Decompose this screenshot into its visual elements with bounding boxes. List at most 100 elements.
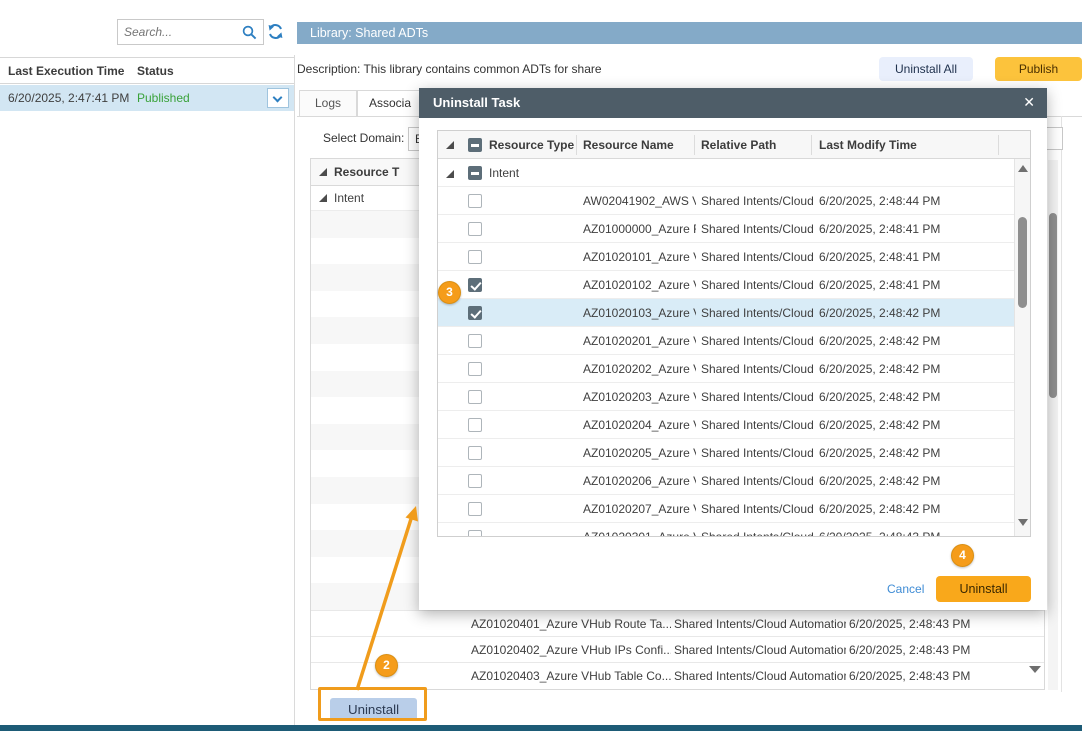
resource-name: AW02041902_AWS VP... <box>583 194 696 208</box>
row-dropdown-button[interactable] <box>267 88 289 108</box>
row-checkbox[interactable] <box>468 446 482 460</box>
row-checkbox[interactable] <box>468 278 482 292</box>
resource-row[interactable]: AZ01020206_Azure V... Shared Intents/Clo… <box>438 467 1015 495</box>
execution-list-header: Last Execution Time Status <box>0 57 294 84</box>
resource-name: AZ01020202_Azure V... <box>583 362 696 376</box>
refresh-icon[interactable] <box>266 22 286 42</box>
row-checkbox[interactable] <box>468 418 482 432</box>
last-modify-time: 6/20/2025, 2:48:44 PM <box>819 194 969 208</box>
col-relative-path[interactable]: Relative Path <box>701 138 776 152</box>
library-header-bar: Library: Shared ADTs <box>297 22 1082 44</box>
dialog-resource-table: Resource Type Resource Name Relative Pat… <box>437 130 1031 537</box>
table-row[interactable]: AZ01020403_Azure VHub Table Co... Shared… <box>311 662 1044 688</box>
relative-path: Shared Intents/Cloud ... <box>701 278 814 292</box>
dialog-uninstall-button[interactable]: Uninstall <box>936 576 1031 602</box>
last-modify-time: 6/20/2025, 2:48:42 PM <box>819 418 969 432</box>
row-checkbox[interactable] <box>468 222 482 236</box>
resource-name: AZ01020403_Azure VHub Table Co... <box>471 669 671 683</box>
scroll-up-icon[interactable] <box>1018 165 1028 172</box>
relative-path: Shared Intents/Cloud Automation ... <box>674 617 846 631</box>
table-row[interactable]: AZ01020401_Azure VHub Route Ta... Shared… <box>311 610 1044 636</box>
resource-row[interactable]: AZ01000000_Azure Re... Shared Intents/Cl… <box>438 215 1015 243</box>
row-checkbox[interactable] <box>468 362 482 376</box>
background-col-resource-type[interactable]: Resource T <box>334 165 399 179</box>
scrollbar-thumb[interactable] <box>1049 213 1057 398</box>
background-scrollbar[interactable] <box>1048 160 1058 690</box>
resource-name: AZ01020103_Azure VN... <box>583 306 696 320</box>
collapse-group-icon[interactable] <box>319 194 327 202</box>
dialog-table-scrollbar[interactable] <box>1014 159 1030 537</box>
resource-name: AZ01020203_Azure V... <box>583 390 696 404</box>
relative-path: Shared Intents/Cloud ... <box>701 334 814 348</box>
last-modify-time: 6/20/2025, 2:48:41 PM <box>819 250 969 264</box>
group-label: Intent <box>334 191 364 205</box>
relative-path: Shared Intents/Cloud Automation ... <box>674 643 846 657</box>
resource-row[interactable]: AZ01020103_Azure VN... Shared Intents/Cl… <box>438 299 1015 327</box>
row-checkbox[interactable] <box>468 474 482 488</box>
content-right-border <box>1061 116 1062 692</box>
group-row-intent[interactable]: Intent <box>438 159 1015 187</box>
col-resource-type[interactable]: Resource Type <box>489 138 574 152</box>
close-icon[interactable]: ✕ <box>1023 94 1035 111</box>
row-checkbox[interactable] <box>468 390 482 404</box>
relative-path: Shared Intents/Cloud ... <box>701 194 814 208</box>
execution-row-selected[interactable]: 6/20/2025, 2:47:41 PM Published <box>0 85 294 111</box>
col-last-execution-time[interactable]: Last Execution Time <box>8 64 124 78</box>
bottom-status-bar <box>0 725 1082 731</box>
scroll-down-icon[interactable] <box>1018 519 1028 526</box>
relative-path: Shared Intents/Cloud <box>701 530 814 537</box>
group-checkbox[interactable] <box>468 166 482 180</box>
resource-row[interactable]: AZ01020205_Azure V... Shared Intents/Clo… <box>438 439 1015 467</box>
resource-row[interactable]: AZ01020102_Azure VN... Shared Intents/Cl… <box>438 271 1015 299</box>
tab-logs[interactable]: Logs <box>299 90 357 117</box>
col-resource-name[interactable]: Resource Name <box>583 138 674 152</box>
resource-row[interactable]: AZ01020202_Azure V... Shared Intents/Clo… <box>438 355 1015 383</box>
select-all-checkbox[interactable] <box>468 138 482 152</box>
relative-path: Shared Intents/Cloud ... <box>701 390 814 404</box>
table-row[interactable]: AZ01020402_Azure VHub IPs Confi... Share… <box>311 636 1044 662</box>
cancel-button[interactable]: Cancel <box>887 582 924 596</box>
tab-associated-resources[interactable]: Associa <box>357 90 423 117</box>
resource-row[interactable]: AW02041902_AWS VP... Shared Intents/Clou… <box>438 187 1015 215</box>
resource-name: AZ01020207_Azure V... <box>583 502 696 516</box>
relative-path: Shared Intents/Cloud Automation ... <box>674 669 846 683</box>
last-modify-time: 6/20/2025, 2:48:42 PM <box>819 390 969 404</box>
resource-row[interactable]: AZ01020101_Azure VN... Shared Intents/Cl… <box>438 243 1015 271</box>
resource-row[interactable]: AZ01020207_Azure V... Shared Intents/Clo… <box>438 495 1015 523</box>
row-checkbox[interactable] <box>468 334 482 348</box>
resource-name: AZ01020101_Azure VN... <box>583 250 696 264</box>
publish-button[interactable]: Publish <box>995 57 1082 81</box>
dialog-table-body: Intent AW02041902_AWS VP... Shared Inten… <box>438 159 1015 537</box>
execution-time: 6/20/2025, 2:47:41 PM <box>8 91 129 105</box>
uninstall-all-button[interactable]: Uninstall All <box>879 57 973 81</box>
uninstall-task-dialog: Uninstall Task ✕ Resource Type Resource … <box>419 88 1047 610</box>
col-last-modify-time[interactable]: Last Modify Time <box>819 138 917 152</box>
panel-divider <box>294 55 295 726</box>
relative-path: Shared Intents/Cloud ... <box>701 250 814 264</box>
last-modify-time: 6/20/2025, 2:48:41 PM <box>819 222 969 236</box>
relative-path: Shared Intents/Cloud ... <box>701 362 814 376</box>
collapse-group-icon[interactable] <box>446 170 454 178</box>
row-checkbox[interactable] <box>468 194 482 208</box>
resource-row[interactable]: AZ01020301_Azure VN Shared Intents/Cloud… <box>438 523 1015 537</box>
row-checkbox[interactable] <box>468 502 482 516</box>
dialog-table-rows: AW02041902_AWS VP... Shared Intents/Clou… <box>438 187 1015 537</box>
group-label: Intent <box>489 166 519 180</box>
row-checkbox[interactable] <box>468 306 482 320</box>
annotation-badge-3: 3 <box>438 281 461 304</box>
row-checkbox[interactable] <box>468 530 482 537</box>
background-visible-rows: AZ01020401_Azure VHub Route Ta... Shared… <box>311 610 1044 688</box>
resource-row[interactable]: AZ01020203_Azure V... Shared Intents/Clo… <box>438 383 1015 411</box>
search-input[interactable] <box>124 20 236 44</box>
scrollbar-thumb[interactable] <box>1018 217 1027 308</box>
scroll-down-icon[interactable] <box>1029 666 1041 673</box>
collapse-all-icon[interactable] <box>446 141 454 149</box>
resource-name: AZ01020201_Azure V... <box>583 334 696 348</box>
col-status[interactable]: Status <box>137 64 174 78</box>
collapse-group-icon[interactable] <box>319 168 327 176</box>
resource-row[interactable]: AZ01020204_Azure V... Shared Intents/Clo… <box>438 411 1015 439</box>
resource-name: AZ01020401_Azure VHub Route Ta... <box>471 617 671 631</box>
relative-path: Shared Intents/Cloud ... <box>701 446 814 460</box>
resource-row[interactable]: AZ01020201_Azure V... Shared Intents/Clo… <box>438 327 1015 355</box>
row-checkbox[interactable] <box>468 250 482 264</box>
